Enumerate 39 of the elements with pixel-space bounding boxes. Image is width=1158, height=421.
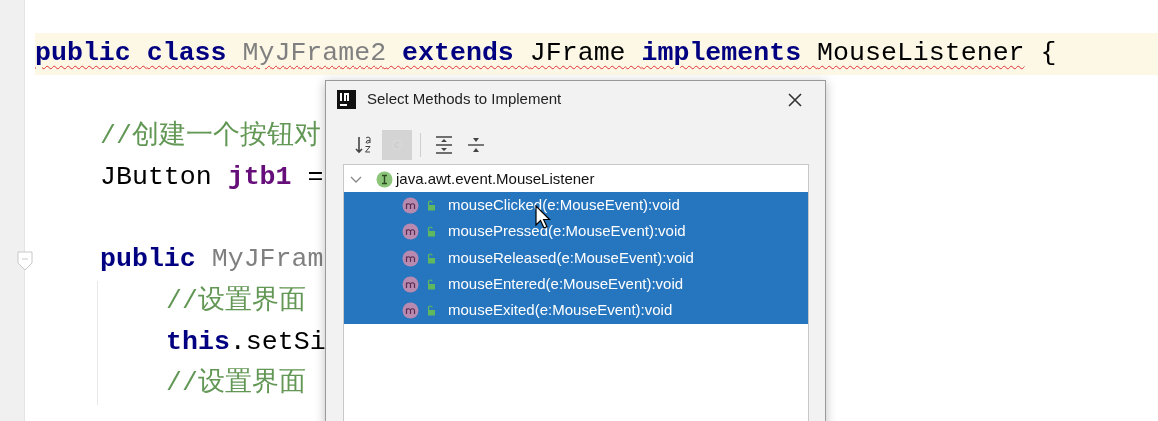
lock-icon [427,305,436,317]
expand-all-icon [434,135,454,155]
app-logo-icon [337,90,356,109]
method-item[interactable]: mouseExited(e:MouseEvent):void [344,297,808,324]
keyword-text: implements [641,38,802,68]
code-text: MouseListener [817,38,1025,68]
method-item[interactable]: mouseReleased(e:MouseEvent):void [344,244,808,272]
keyword-text: this [166,327,230,358]
keyword-text: public [100,244,196,275]
method-item[interactable]: mouseEntered(e:MouseEvent):void [344,271,808,298]
code-text: JFrame [529,38,626,68]
interface-icon [376,170,393,188]
lock-icon [427,226,436,238]
fold-marker-icon[interactable] [17,250,33,271]
code-comment: //创建一个按钮对 [100,120,321,151]
dialog-title: Select Methods to Implement [367,89,562,110]
class-name-text: MyJFram [211,244,324,275]
class-name-text: MyJFrame2 [242,38,387,68]
lock-icon [427,278,436,290]
field-name-text: jtb1 [227,161,292,192]
collapse-all-icon [466,135,486,155]
code-text: = [307,161,324,192]
code-text: .setSi [229,327,326,358]
keyword-text: extends [402,38,514,68]
code-comment: //设置界面 [166,285,306,316]
method-item[interactable]: mouseClicked(e:MouseEvent):void [344,192,808,219]
method-icon [402,223,419,241]
method-icon [402,275,419,293]
code-comment: //设置界面 [166,368,306,399]
method-item[interactable]: mousePressed(e:MouseEvent):void [344,218,808,245]
keyword-text: public [35,38,131,68]
keyword-text: class [146,38,227,68]
method-icon [402,302,419,320]
code-text: JButton [100,161,212,192]
code-text: { [1040,38,1057,68]
method-icon [402,196,419,214]
method-icon [402,249,419,267]
lock-icon [427,252,436,264]
lock-icon [427,199,436,211]
